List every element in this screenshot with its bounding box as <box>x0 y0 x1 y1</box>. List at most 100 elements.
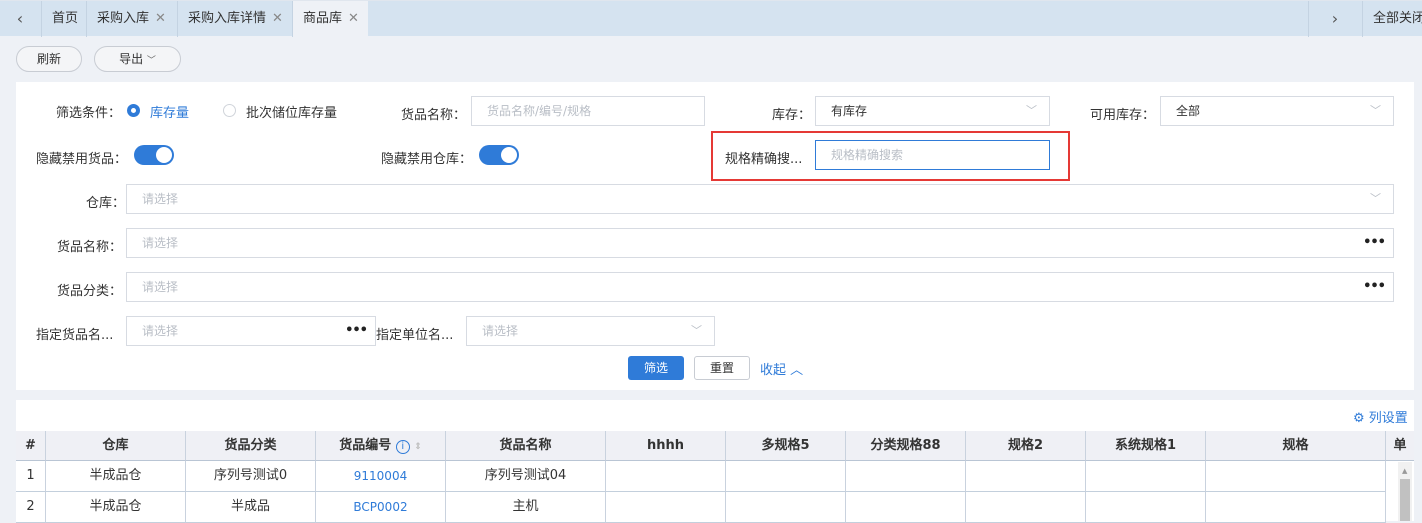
column-header-label: 仓库 <box>102 438 129 453</box>
available-stock-value: 全部 <box>1176 104 1201 118</box>
tab-purchase-in[interactable]: 采购入库 ✕ <box>86 1 176 37</box>
assign-unit-label: 指定单位名... <box>376 328 454 343</box>
radio-batch-label[interactable]: 批次储位库存量 <box>246 102 337 121</box>
category-placeholder: 请选择 <box>142 280 179 294</box>
more-icon[interactable]: ••• <box>1363 273 1386 301</box>
close-icon[interactable]: ✕ <box>272 11 283 26</box>
chevron-down-icon: ﹀ <box>1370 104 1381 117</box>
table-cell <box>726 492 846 523</box>
tab-scroll-left-icon[interactable]: ‹ <box>0 1 40 37</box>
radio-batch[interactable] <box>223 104 236 117</box>
goods-name-placeholder: 请选择 <box>142 236 179 250</box>
column-header[interactable]: 仓库 <box>46 431 186 461</box>
column-header[interactable]: hhhh <box>606 431 726 461</box>
table-cell[interactable]: BCP0002 <box>316 492 446 523</box>
column-settings-label: 列设置 <box>1368 411 1408 426</box>
tab-scroll-right-icon[interactable]: › <box>1308 1 1361 37</box>
table-cell <box>1206 461 1386 492</box>
hide-disabled-goods-label: 隐藏禁用货品： <box>36 152 128 167</box>
column-header-label: 规格 <box>1282 438 1309 453</box>
table-cell: 序列号测试04 <box>446 461 606 492</box>
column-header-label: 规格2 <box>1007 438 1044 453</box>
stock-value: 有库存 <box>831 104 868 118</box>
goods-name-label: 货品名称： <box>401 108 467 123</box>
tab-label: 首页 <box>52 11 79 26</box>
tab-purchase-in-detail[interactable]: 采购入库详情 ✕ <box>177 1 293 37</box>
table-cell: 主机 <box>446 492 606 523</box>
export-label: 导出 <box>119 52 144 66</box>
assign-goods-label: 指定货品名... <box>36 328 114 343</box>
column-header-label: 系统规格1 <box>1114 438 1177 453</box>
table-cell: 半成品仓 <box>46 492 186 523</box>
warehouse-placeholder: 请选择 <box>142 192 179 206</box>
table-cell <box>1206 492 1386 523</box>
more-icon[interactable]: ••• <box>1363 229 1386 257</box>
column-header-label: # <box>25 438 36 453</box>
warehouse-label: 仓库： <box>86 196 126 211</box>
chevron-down-icon: ﹀ <box>146 56 156 66</box>
assign-goods-select[interactable]: 请选择 ••• <box>126 316 376 346</box>
chevron-down-icon: ﹀ <box>1026 104 1037 117</box>
goods-name-select[interactable]: 请选择 ••• <box>126 228 1394 258</box>
radio-stock[interactable] <box>127 104 140 117</box>
scroll-up-icon[interactable]: ▲ <box>1402 467 1407 475</box>
table-cell: 半成品仓 <box>46 461 186 492</box>
reset-button[interactable]: 重置 <box>694 356 750 380</box>
hide-disabled-goods-toggle[interactable] <box>134 145 174 165</box>
filter-label: 筛选 <box>643 361 668 375</box>
column-header[interactable]: 分类规格88 <box>846 431 966 461</box>
column-header-label: 单 <box>1393 438 1407 453</box>
table-cell <box>966 492 1086 523</box>
table-cell <box>606 492 726 523</box>
hide-disabled-warehouse-label: 隐藏禁用仓库： <box>381 152 473 167</box>
stock-select[interactable]: 有库存 ﹀ <box>815 96 1050 126</box>
column-header[interactable]: 系统规格1 <box>1086 431 1206 461</box>
more-icon[interactable]: ••• <box>345 317 368 345</box>
column-header[interactable]: 单 <box>1386 431 1414 461</box>
column-header[interactable]: 货品名称 <box>446 431 606 461</box>
refresh-button[interactable]: 刷新 <box>16 46 82 72</box>
column-header[interactable]: # <box>16 431 46 461</box>
column-header[interactable]: 规格2 <box>966 431 1086 461</box>
tab-label: 采购入库详情 <box>188 11 267 26</box>
table-cell: 半成品 <box>186 492 316 523</box>
radio-stock-label[interactable]: 库存量 <box>150 102 189 121</box>
filter-button[interactable]: 筛选 <box>628 356 684 380</box>
spec-exact-search-input[interactable]: 规格精确搜索 <box>815 140 1050 170</box>
table-cell[interactable]: 9110004 <box>316 461 446 492</box>
table-cell <box>1086 492 1206 523</box>
collapse-link[interactable]: 收起 ︿ <box>760 359 803 378</box>
warehouse-select[interactable]: 请选择 ﹀ <box>126 184 1394 214</box>
category-select[interactable]: 请选择 ••• <box>126 272 1394 302</box>
tab-home[interactable]: 首页 <box>41 1 88 37</box>
assign-unit-placeholder: 请选择 <box>482 324 519 338</box>
scrollbar-thumb[interactable] <box>1400 479 1410 521</box>
hide-disabled-warehouse-toggle[interactable] <box>479 145 519 165</box>
goods-name-input[interactable]: 货品名称/编号/规格 <box>471 96 705 126</box>
column-header-label: hhhh <box>646 438 685 453</box>
assign-unit-select[interactable]: 请选择 ﹀ <box>466 316 715 346</box>
column-header-label: 货品分类 <box>224 438 277 453</box>
export-button[interactable]: 导出 ﹀ <box>94 46 181 72</box>
column-header[interactable]: 多规格5 <box>726 431 846 461</box>
column-header-label: 货品编号 <box>339 438 392 453</box>
table-cell <box>966 461 1086 492</box>
close-all-tabs-button[interactable]: 全部关闭 <box>1362 1 1422 37</box>
column-settings-button[interactable]: ⚙ 列设置 <box>1353 407 1408 426</box>
available-stock-label: 可用库存： <box>1090 108 1156 123</box>
close-icon[interactable]: ✕ <box>348 11 359 26</box>
tab-goods-library[interactable]: 商品库 ✕ <box>292 1 368 37</box>
collapse-label: 收起 <box>760 363 787 378</box>
column-header[interactable]: 货品编号 i ⇕ <box>316 431 446 461</box>
column-header[interactable]: 货品分类 <box>186 431 316 461</box>
table-cell <box>1086 461 1206 492</box>
info-icon[interactable]: i <box>395 440 410 454</box>
column-header[interactable]: 规格 <box>1206 431 1386 461</box>
sort-icon[interactable]: ⇕ <box>414 442 422 452</box>
chevron-down-icon: ﹀ <box>691 324 702 337</box>
table-cell <box>846 461 966 492</box>
filter-condition-label: 筛选条件： <box>56 106 122 121</box>
close-icon[interactable]: ✕ <box>155 11 166 26</box>
vertical-scrollbar[interactable]: ▲ <box>1398 462 1412 521</box>
available-stock-select[interactable]: 全部 ﹀ <box>1160 96 1394 126</box>
